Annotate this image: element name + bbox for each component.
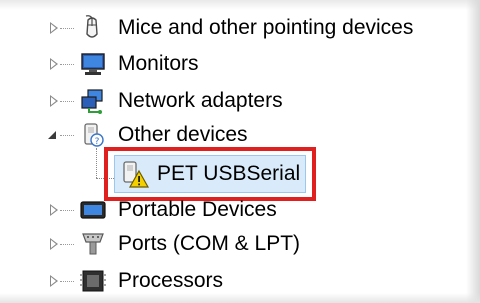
processor-icon bbox=[76, 267, 108, 295]
tree-connector bbox=[96, 148, 97, 178]
unknown-device-icon: ? bbox=[76, 121, 108, 149]
shadow-edge bbox=[466, 0, 480, 303]
tree-item-label: Ports (COM & LPT) bbox=[118, 232, 301, 255]
tree-item-network-adapters[interactable]: Network adapters bbox=[0, 83, 470, 119]
svg-text:?: ? bbox=[95, 137, 100, 147]
shadow-edge bbox=[0, 0, 480, 10]
tree-connector bbox=[60, 281, 74, 282]
tree-item-label: Processors bbox=[118, 269, 224, 292]
tree-connector bbox=[60, 210, 74, 211]
expand-arrow-icon[interactable] bbox=[50, 238, 58, 250]
tree-connector bbox=[60, 101, 74, 102]
tree-item-label: Monitors bbox=[118, 52, 199, 75]
tree-item-label: Network adapters bbox=[118, 89, 283, 112]
shadow-edge bbox=[0, 293, 480, 303]
tree-item-mice[interactable]: Mice and other pointing devices bbox=[0, 10, 470, 46]
expand-arrow-icon[interactable] bbox=[50, 204, 58, 216]
tree-connector bbox=[60, 244, 74, 245]
tree-item-label: Other devices bbox=[118, 123, 248, 146]
network-adapter-icon bbox=[76, 87, 108, 115]
tree-item-label: PET USBSerial bbox=[157, 162, 301, 185]
tree-connector bbox=[60, 28, 74, 29]
monitor-icon bbox=[76, 50, 108, 78]
tree-connector bbox=[60, 64, 74, 65]
port-icon bbox=[76, 230, 108, 258]
portable-device-icon bbox=[76, 196, 108, 224]
collapse-arrow-icon[interactable] bbox=[48, 131, 56, 139]
device-tree: Mice and other pointing devices Monitors bbox=[0, 0, 480, 303]
tree-item-monitors[interactable]: Monitors bbox=[0, 46, 470, 82]
expand-arrow-icon[interactable] bbox=[50, 95, 58, 107]
tree-item-label: Portable Devices bbox=[118, 198, 277, 221]
expand-arrow-icon[interactable] bbox=[50, 22, 58, 34]
warning-device-icon bbox=[118, 159, 150, 189]
expand-arrow-icon[interactable] bbox=[50, 58, 58, 70]
mouse-icon bbox=[76, 14, 108, 42]
expand-arrow-icon[interactable] bbox=[50, 275, 58, 287]
tree-item-portable-devices[interactable]: Portable Devices bbox=[0, 192, 470, 228]
tree-item-ports[interactable]: Ports (COM & LPT) bbox=[0, 226, 470, 262]
tree-connector bbox=[60, 135, 74, 136]
tree-item-label: Mice and other pointing devices bbox=[118, 16, 414, 39]
device-manager-tree-view: Mice and other pointing devices Monitors bbox=[0, 0, 480, 303]
